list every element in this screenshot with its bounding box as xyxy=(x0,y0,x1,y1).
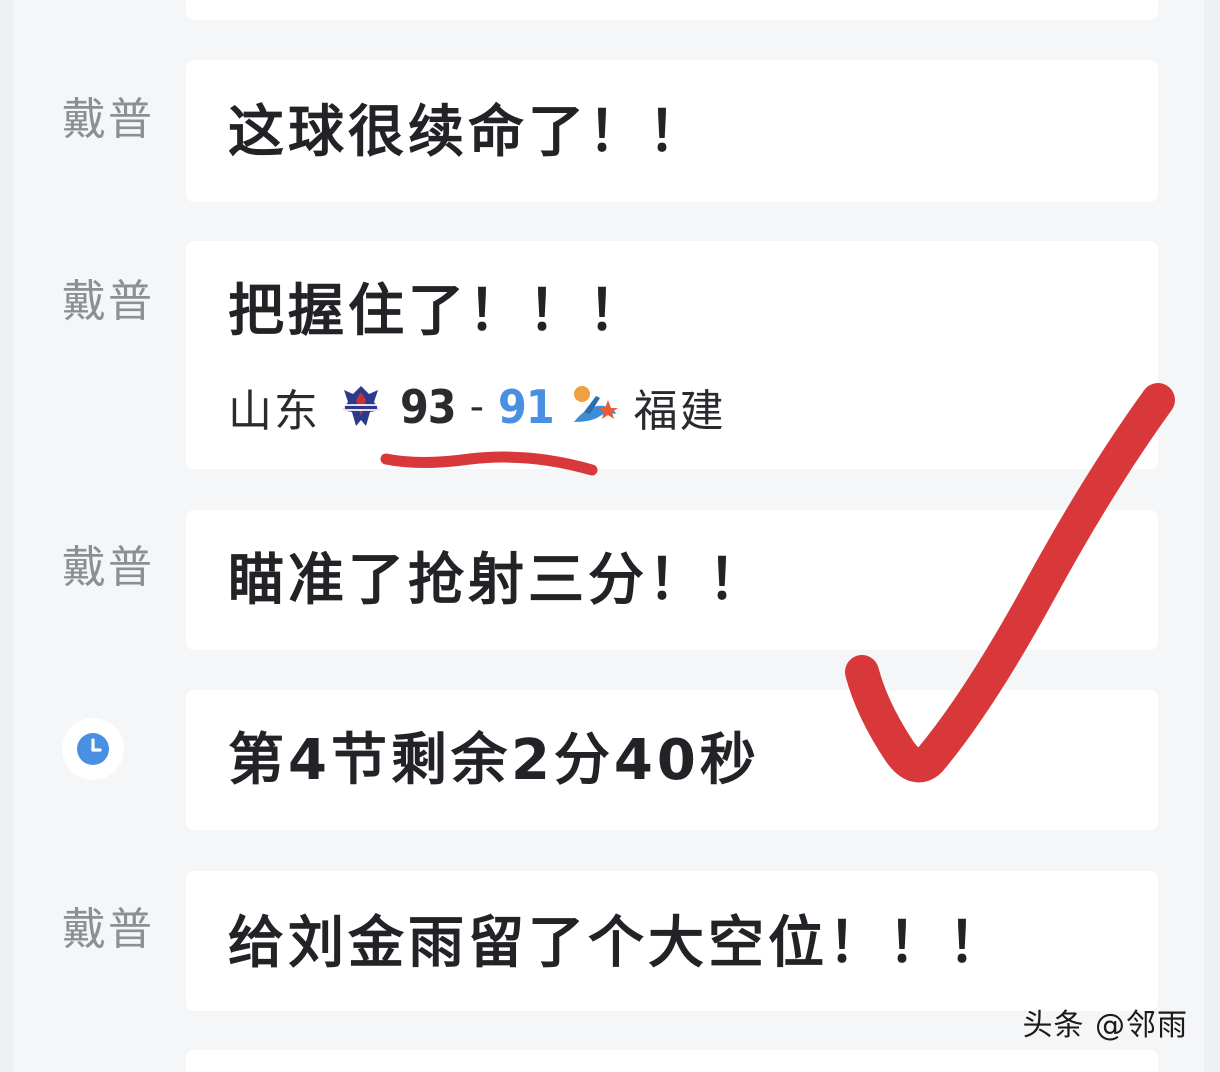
left-edge xyxy=(0,0,14,1072)
score-separator: - xyxy=(469,384,485,430)
shandong-team-logo xyxy=(336,382,386,432)
feed-card-time[interactable]: 第4节剩余2分40秒 xyxy=(186,690,1158,830)
speaker-name: 戴普 xyxy=(62,276,154,327)
away-score: 91 xyxy=(498,380,555,434)
commentary-message: 给刘金雨留了个大空位！！！ xyxy=(228,911,1008,976)
feed-card-score[interactable]: 把握住了！！！ 山东 93 - 91 福建 xyxy=(186,241,1158,469)
commentary-message: 把握住了！！！ xyxy=(228,279,648,344)
feed-card-previous[interactable] xyxy=(186,0,1158,20)
commentary-message: 瞄准了抢射三分！！ xyxy=(228,548,768,613)
speaker-name: 戴普 xyxy=(62,94,154,145)
game-clock-text: 第4节剩余2分40秒 xyxy=(228,728,760,793)
speaker-name: 戴普 xyxy=(62,904,154,955)
feed-card[interactable]: 这球很续命了！！ xyxy=(186,60,1158,202)
feed-card[interactable]: 给刘金雨留了个大空位！！！ xyxy=(186,871,1158,1011)
fujian-team-logo xyxy=(570,382,620,432)
home-team-name: 山东 xyxy=(228,386,320,437)
watermark: 头条 @邻雨 xyxy=(1022,1008,1188,1043)
feed-card-next[interactable] xyxy=(186,1050,1158,1072)
commentary-message: 这球很续命了！！ xyxy=(228,100,708,165)
home-score: 93 xyxy=(400,380,457,434)
speaker-name: 戴普 xyxy=(62,542,154,593)
live-commentary-feed: 戴普 这球很续命了！！ 戴普 把握住了！！！ 山东 93 - 91 福建 戴普 … xyxy=(0,0,1220,1072)
clock-icon xyxy=(62,718,124,780)
away-team-name: 福建 xyxy=(633,386,726,437)
right-edge xyxy=(1204,0,1220,1072)
feed-card[interactable]: 瞄准了抢射三分！！ xyxy=(186,510,1158,650)
score-line: 山东 93 - 91 福建 xyxy=(228,379,726,437)
